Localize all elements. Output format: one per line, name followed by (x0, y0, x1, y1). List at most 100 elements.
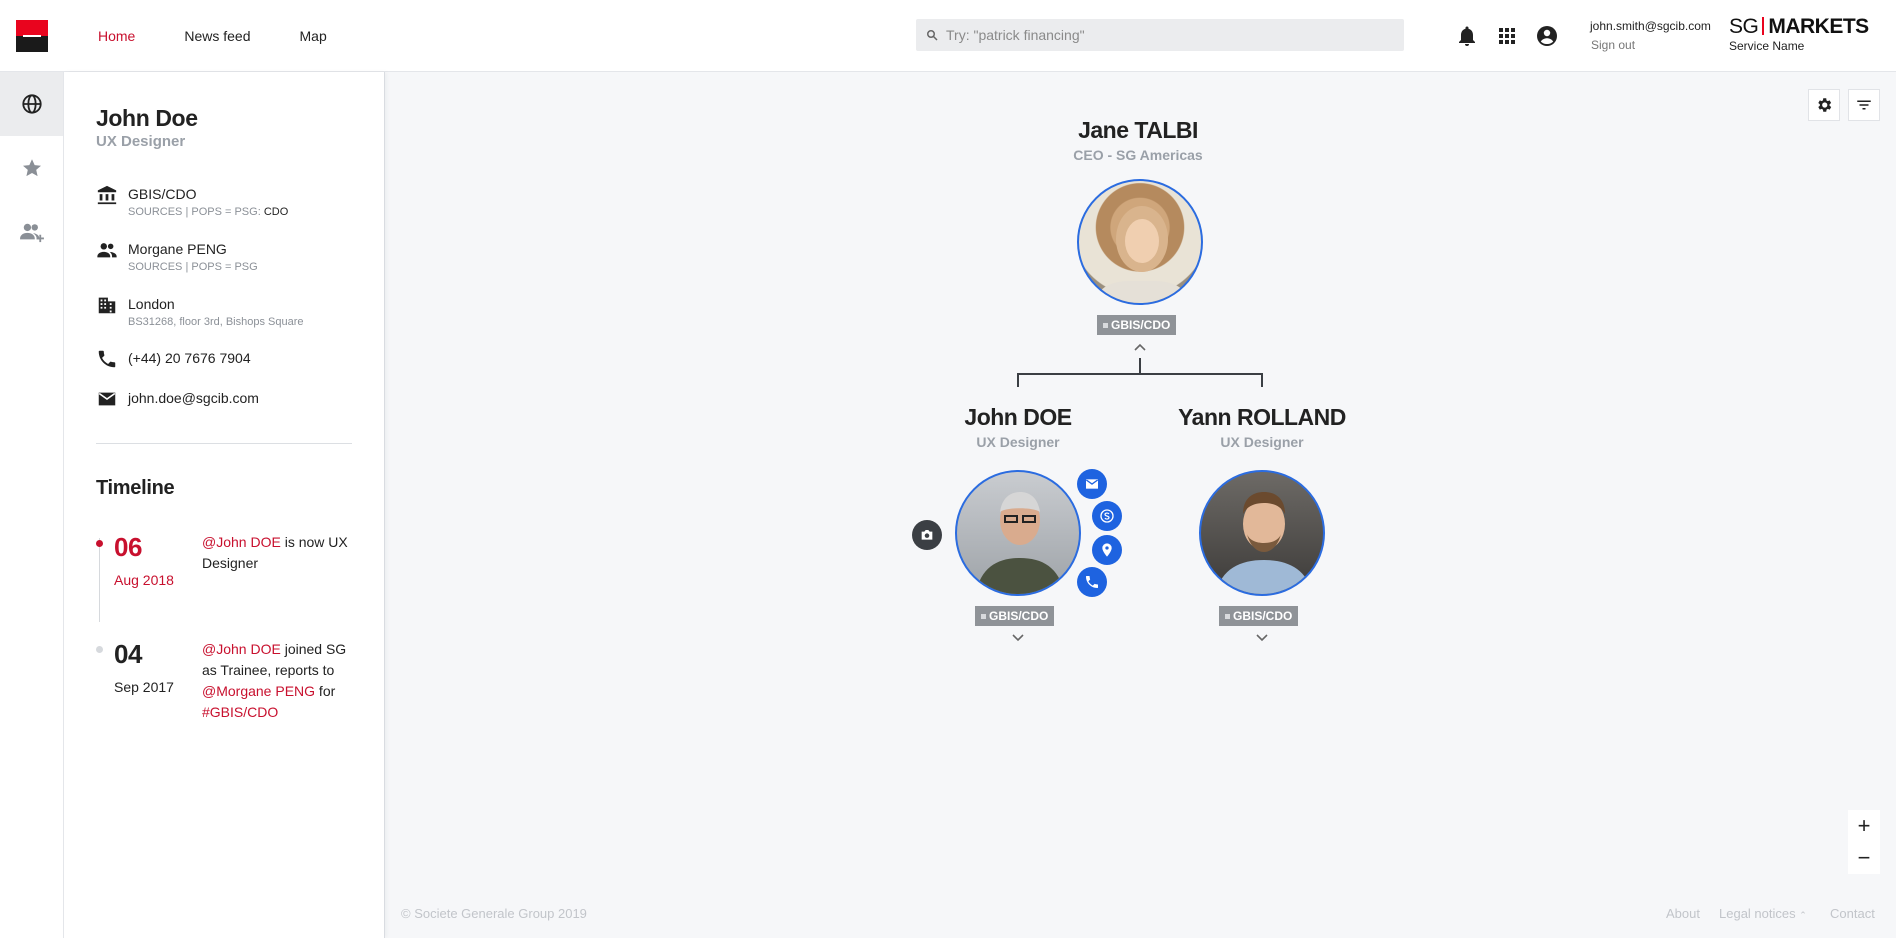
manager-sources: SOURCES | POPS = PSG (128, 261, 258, 273)
footer-contact-link[interactable]: Contact (1830, 906, 1875, 921)
connector-left (1017, 373, 1019, 387)
address: BS31268, floor 3rd, Bishops Square (128, 316, 304, 328)
chevron-down-icon[interactable] (1255, 633, 1269, 643)
location-action-button[interactable] (1092, 535, 1122, 565)
chevron-up-icon: ⌃ (1799, 910, 1807, 920)
email-address[interactable]: john.doe@sgcib.com (128, 390, 259, 406)
connector-horizontal (1017, 373, 1263, 375)
bell-icon[interactable] (1455, 24, 1479, 48)
top-bar: Home News feed Map john.smith@sgcib.com … (0, 0, 1896, 72)
department-sources: SOURCES | POPS = PSG: CDO (128, 206, 289, 218)
profile-name: John Doe (96, 105, 198, 131)
portrait-john (975, 492, 1065, 594)
timeline-dot-active (96, 540, 103, 547)
skype-icon (1100, 509, 1114, 523)
chevron-down-icon[interactable] (1011, 633, 1025, 643)
main-nav: Home News feed Map (98, 0, 376, 72)
gear-icon (1818, 98, 1832, 112)
timeline-title: Timeline (96, 477, 175, 499)
left-person-avatar[interactable] (955, 470, 1081, 596)
zoom-out-button[interactable]: − (1848, 842, 1880, 874)
building-icon (98, 297, 116, 314)
profile-role: UX Designer (96, 133, 186, 150)
mention-link[interactable]: @John DOE (202, 534, 281, 550)
chevron-up-icon[interactable] (1133, 342, 1147, 352)
rail-item-globe[interactable] (0, 72, 63, 136)
event-1-text: @John DOE is now UX Designer (202, 534, 348, 571)
event-1-month: Aug 2018 (114, 572, 174, 588)
nav-news-feed[interactable]: News feed (184, 28, 250, 44)
event-2-text: @John DOE joined SG as Trainee, reports … (202, 641, 347, 720)
portrait-yann (1215, 492, 1313, 594)
nav-map[interactable]: Map (300, 28, 327, 44)
right-person-name[interactable]: Yann ROLLAND (1142, 404, 1382, 431)
left-person-role: UX Designer (976, 434, 1060, 450)
brand-left: SG (1729, 15, 1759, 38)
nav-home[interactable]: Home (98, 28, 135, 44)
people-icon (97, 243, 117, 258)
top-person-tag[interactable]: GBIS/CDO (1097, 315, 1177, 335)
right-person-avatar[interactable] (1199, 470, 1325, 596)
service-name: Service Name (1729, 39, 1805, 53)
event-2-day: 04 (114, 639, 142, 669)
brand-right: MARKETS (1768, 15, 1869, 38)
brand-logo[interactable]: SG MARKETS (1729, 15, 1869, 39)
copyright: © Societe Generale Group 2019 (401, 906, 587, 921)
map-pin-icon (1102, 543, 1112, 557)
portrait-jane (1099, 206, 1185, 303)
bank-icon (97, 185, 117, 205)
department-name: GBIS/CDO (128, 186, 197, 202)
panel-divider (96, 443, 352, 444)
search-icon (927, 30, 938, 41)
search-box (916, 19, 1404, 51)
user-email: john.smith@sgcib.com (1590, 19, 1711, 33)
group-add-icon (19, 223, 44, 243)
phone-action-button[interactable] (1077, 567, 1107, 597)
phone-icon (98, 350, 116, 368)
skype-action-button[interactable] (1092, 501, 1122, 531)
org-chart-canvas: Jane TALBI CEO - SG Americas GBIS/CDO Jo… (385, 72, 1896, 938)
rail-item-favorites[interactable] (0, 136, 63, 200)
left-rail (0, 72, 64, 938)
zoom-in-button[interactable]: + (1848, 810, 1880, 842)
mail-icon (1085, 479, 1099, 489)
footer-about-link[interactable]: About (1666, 906, 1700, 921)
mention-link[interactable]: @John DOE (202, 641, 281, 657)
sg-logo[interactable] (16, 20, 48, 52)
account-circle-icon[interactable] (1535, 24, 1559, 48)
timeline-dot (96, 646, 103, 653)
left-person-name[interactable]: John DOE (898, 404, 1138, 431)
mention-link[interactable]: @Morgane PENG (202, 683, 315, 699)
star-icon (22, 159, 41, 177)
settings-button[interactable] (1808, 89, 1840, 121)
camera-icon (921, 530, 933, 540)
top-person-avatar[interactable] (1077, 179, 1203, 305)
search-input[interactable] (946, 27, 1386, 43)
rail-item-add-people[interactable] (0, 200, 63, 264)
filter-button[interactable] (1848, 89, 1880, 121)
apps-grid-icon[interactable] (1495, 24, 1519, 48)
sign-out-link[interactable]: Sign out (1591, 38, 1635, 52)
event-1-day: 06 (114, 532, 142, 562)
profile-panel: John Doe UX Designer GBIS/CDO SOURCES | … (64, 72, 385, 938)
phone-icon (1086, 576, 1098, 588)
left-person-tag[interactable]: GBIS/CDO (975, 606, 1055, 626)
footer-legal-link[interactable]: Legal notices ⌃ (1719, 906, 1807, 921)
camera-button[interactable] (912, 520, 942, 550)
mail-icon (98, 392, 116, 406)
globe-icon (21, 94, 42, 114)
manager-name[interactable]: Morgane PENG (128, 241, 227, 257)
timeline-line (99, 538, 100, 622)
right-person-role: UX Designer (1220, 434, 1304, 450)
hashtag-link[interactable]: #GBIS/CDO (202, 704, 278, 720)
event-2-month: Sep 2017 (114, 679, 174, 695)
right-person-tag[interactable]: GBIS/CDO (1219, 606, 1299, 626)
city: London (128, 296, 175, 312)
top-person-role: CEO - SG Americas (1073, 147, 1203, 163)
email-action-button[interactable] (1077, 469, 1107, 499)
connector-right (1261, 373, 1263, 387)
top-person-name[interactable]: Jane TALBI (1018, 117, 1258, 144)
phone-number[interactable]: (+44) 20 7676 7904 (128, 350, 251, 366)
filter-icon (1857, 100, 1871, 110)
connector-vertical (1139, 358, 1141, 374)
